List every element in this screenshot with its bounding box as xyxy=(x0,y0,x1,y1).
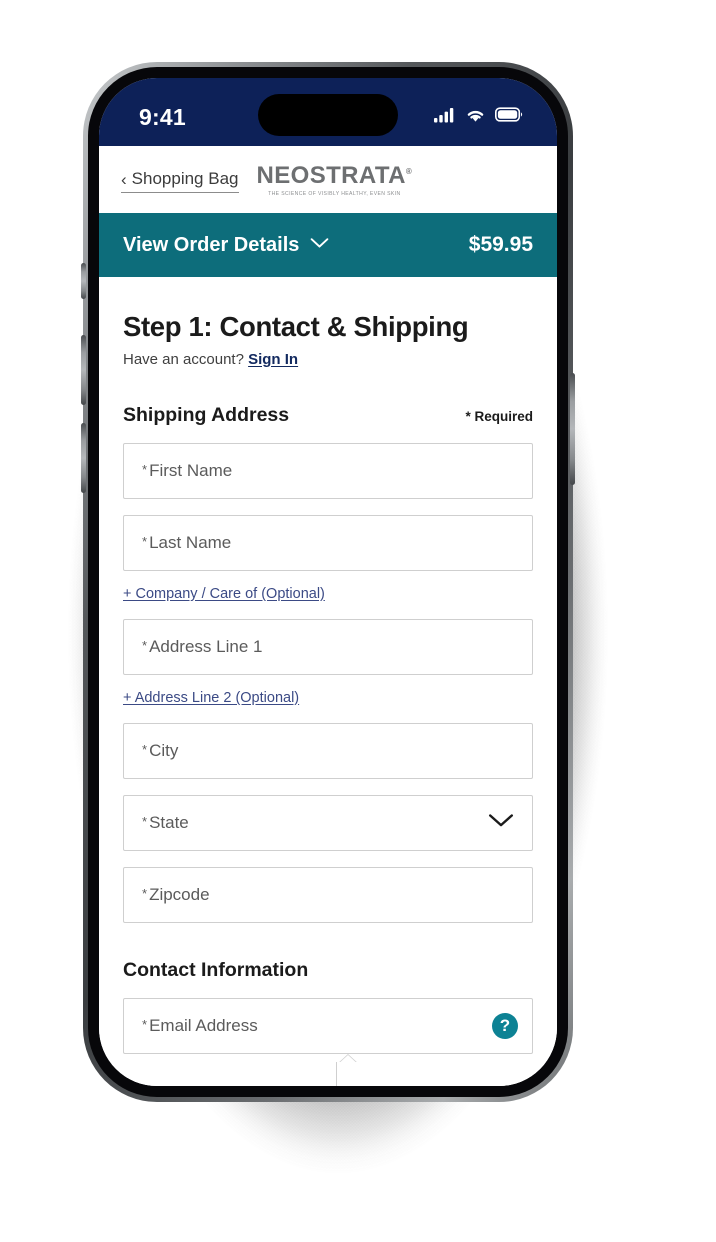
address-line-1-input[interactable]: * Address Line 1 xyxy=(123,618,533,675)
status-bar-icons xyxy=(434,97,523,128)
required-marker: * xyxy=(142,533,148,549)
required-marker: * xyxy=(142,637,148,653)
brand-wordmark: NEOSTRATA xyxy=(256,162,406,189)
last-name-input[interactable]: * Last Name xyxy=(123,514,533,571)
chevron-left-icon: ‹ xyxy=(121,169,127,189)
status-bar-time: 9:41 xyxy=(139,103,186,130)
contact-information-header: Contact Information xyxy=(123,959,533,982)
wifi-icon xyxy=(465,107,486,128)
screenshot-stage: 9:41 ‹ Shopping Bag NEOSTRATA® THE SCIEN… xyxy=(0,0,716,1242)
state-select[interactable]: * State xyxy=(123,794,533,851)
last-name-placeholder: Last Name xyxy=(149,532,232,552)
cellular-signal-icon xyxy=(434,107,456,128)
contact-information-title: Contact Information xyxy=(123,958,309,981)
email-help-tooltip xyxy=(336,1061,555,1086)
question-mark-help-icon[interactable]: ? xyxy=(492,1012,518,1039)
silence-switch-button[interactable] xyxy=(81,263,86,299)
volume-down-button[interactable] xyxy=(81,335,86,405)
phone-bezel: 9:41 ‹ Shopping Bag NEOSTRATA® THE SCIEN… xyxy=(81,67,575,1097)
phone-device-frame: 9:41 ‹ Shopping Bag NEOSTRATA® THE SCIEN… xyxy=(81,62,575,1102)
add-company-care-of-link[interactable]: + Company / Care of (Optional) xyxy=(123,586,325,602)
status-bar: 9:41 xyxy=(99,78,557,146)
sign-in-link[interactable]: Sign In xyxy=(248,351,298,368)
checkout-form-page: Step 1: Contact & Shipping Have an accou… xyxy=(99,277,557,1086)
email-address-placeholder: Email Address xyxy=(149,1015,258,1035)
required-marker: * xyxy=(142,1016,148,1032)
required-marker: * xyxy=(142,885,148,901)
power-button[interactable] xyxy=(570,373,575,485)
first-name-input[interactable]: * First Name xyxy=(123,442,533,499)
required-legend: * Required xyxy=(465,408,533,424)
back-link-label: Shopping Bag xyxy=(131,169,239,188)
city-input[interactable]: * City xyxy=(123,722,533,779)
view-order-details-toggle[interactable]: View Order Details xyxy=(123,234,329,257)
required-marker: * xyxy=(142,461,148,477)
city-placeholder: City xyxy=(149,740,179,760)
add-address-line-2-link[interactable]: + Address Line 2 (Optional) xyxy=(123,690,299,706)
battery-icon xyxy=(495,107,523,127)
brand-trademark-symbol: ® xyxy=(405,167,413,176)
address-line-1-placeholder: Address Line 1 xyxy=(149,636,263,656)
order-summary-bar[interactable]: View Order Details $59.95 xyxy=(99,213,557,277)
view-order-details-label: View Order Details xyxy=(123,233,300,256)
brand-tagline: THE SCIENCE OF VISIBLY HEALTHY, EVEN SKI… xyxy=(268,191,401,197)
required-marker: * xyxy=(142,741,148,757)
page-title: Step 1: Contact & Shipping xyxy=(123,311,469,342)
dynamic-island xyxy=(258,94,398,136)
top-nav-bar: ‹ Shopping Bag NEOSTRATA® THE SCIENCE OF… xyxy=(99,146,557,213)
phone-screen: 9:41 ‹ Shopping Bag NEOSTRATA® THE SCIEN… xyxy=(99,78,557,1086)
state-placeholder: State xyxy=(149,812,189,832)
zipcode-input[interactable]: * Zipcode xyxy=(123,866,533,923)
neostrata-logo[interactable]: NEOSTRATA® THE SCIENCE OF VISIBLY HEALTH… xyxy=(256,162,413,198)
account-prompt-row: Have an account? Sign In xyxy=(123,351,533,368)
chevron-down-icon[interactable] xyxy=(488,812,514,833)
volume-up-button[interactable] xyxy=(81,423,86,493)
zipcode-placeholder: Zipcode xyxy=(149,884,210,904)
required-marker: * xyxy=(142,813,148,829)
shipping-address-title: Shipping Address xyxy=(123,403,290,426)
shipping-address-header: Shipping Address * Required xyxy=(123,404,533,427)
first-name-placeholder: First Name xyxy=(149,460,233,480)
email-address-input[interactable]: * Email Address ? xyxy=(123,997,555,1086)
chevron-down-icon xyxy=(310,236,329,254)
order-total-amount: $59.95 xyxy=(468,233,533,256)
back-to-shopping-bag-link[interactable]: ‹ Shopping Bag xyxy=(121,169,239,193)
account-prompt-label: Have an account? xyxy=(123,350,244,368)
